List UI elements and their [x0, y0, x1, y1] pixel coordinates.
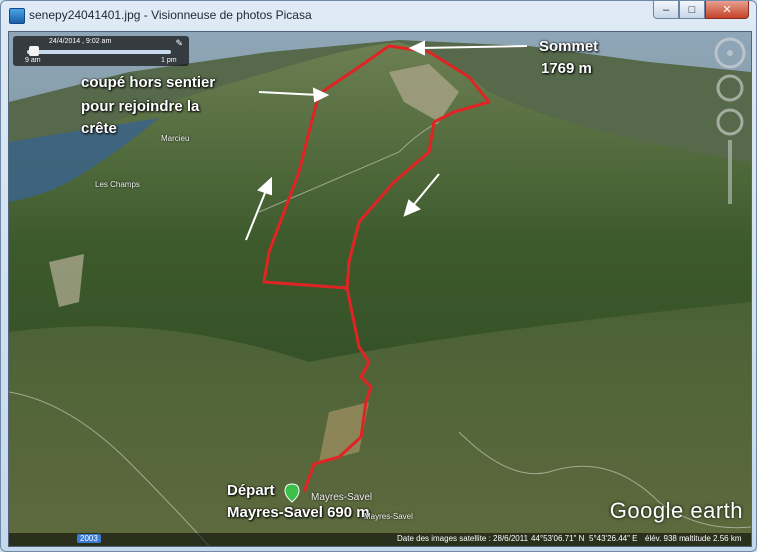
latitude-readout: 44°53'06.71" N	[531, 534, 585, 543]
window-controls: – □ ✕	[653, 1, 749, 21]
altitude-readout: altitude 2.56 km	[685, 534, 742, 543]
start-label: Départ	[227, 482, 275, 499]
google-earth-logo: Google earth	[610, 498, 743, 524]
wrench-icon[interactable]: ✎	[175, 38, 183, 49]
place-village-small: Mayres-Savel	[364, 512, 413, 521]
year-badge[interactable]: 2003	[77, 534, 101, 543]
imagery-date: Date des images satellite : 28/6/2011	[397, 534, 529, 543]
time-slider-track[interactable]	[27, 50, 171, 54]
move-joystick-icon[interactable]	[716, 108, 744, 136]
place-les-champs: Les Champs	[95, 180, 140, 189]
close-button[interactable]: ✕	[705, 1, 749, 19]
offtrail-label-3: crête	[81, 120, 117, 137]
title-bar[interactable]: senepy24041401.jpg - Visionneuse de phot…	[1, 1, 756, 31]
navigation-controls[interactable]	[713, 36, 747, 212]
status-bar: 2003 Date des images satellite : 28/6/20…	[9, 533, 751, 546]
elevation-readout: élév. 938 m	[645, 534, 686, 543]
time-slider[interactable]: 24/4/2014 , 9:02 am 9 am 1 pm ✎	[13, 36, 189, 66]
zoom-slider[interactable]	[728, 140, 732, 204]
summit-label: Sommet	[539, 38, 599, 55]
offtrail-label-1: coupé hors sentier	[81, 74, 216, 91]
photo-canvas[interactable]: 24/4/2014 , 9:02 am 9 am 1 pm ✎ Sommet 1…	[8, 31, 752, 547]
time-slider-handle[interactable]	[29, 46, 39, 56]
maximize-button[interactable]: □	[679, 1, 705, 19]
minimize-button[interactable]: –	[653, 1, 679, 19]
picasa-app-icon	[9, 8, 25, 24]
time-slider-end: 1 pm	[161, 57, 177, 64]
time-slider-start: 9 am	[25, 57, 41, 64]
logo-google: Google	[609, 498, 684, 523]
place-mayres-savel: Mayres-Savel	[311, 492, 373, 503]
summit-altitude-label: 1769 m	[541, 60, 592, 77]
time-slider-date: 24/4/2014 , 9:02 am	[49, 38, 112, 45]
logo-earth: earth	[690, 498, 743, 523]
place-marcieu: Marcieu	[161, 134, 190, 143]
start-place-label: Mayres-Savel 690 m	[227, 504, 370, 521]
picasa-viewer-window: senepy24041401.jpg - Visionneuse de phot…	[0, 0, 757, 552]
look-joystick-icon[interactable]	[716, 74, 744, 102]
longitude-readout: 5°43'26.44" E	[589, 534, 638, 543]
window-title: senepy24041401.jpg - Visionneuse de phot…	[29, 8, 312, 22]
offtrail-label-2: pour rejoindre la	[81, 98, 200, 115]
